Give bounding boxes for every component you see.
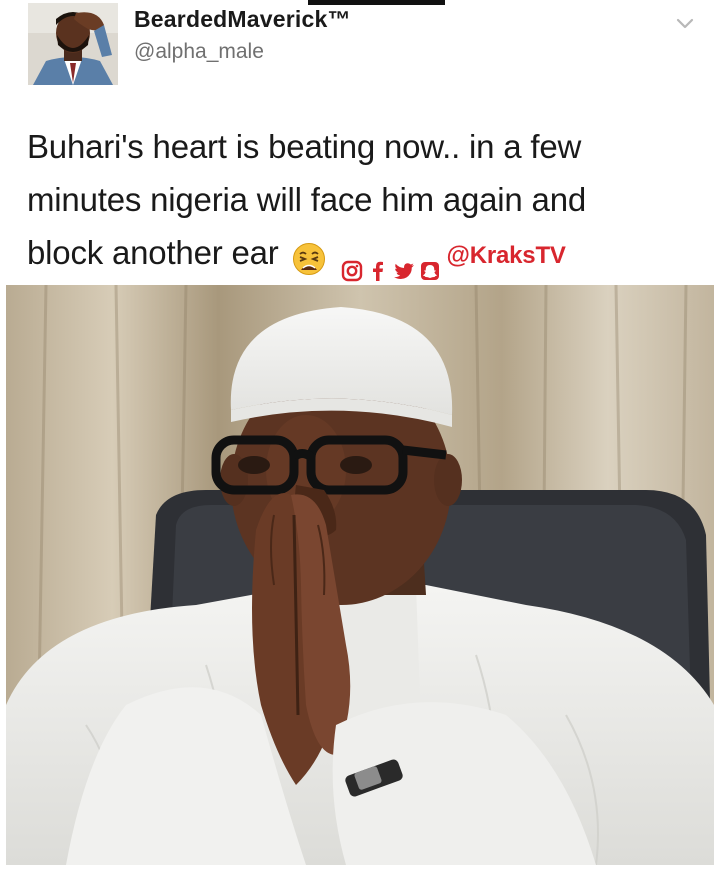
social-icons: @KraksTV (341, 229, 566, 282)
facebook-icon (367, 244, 389, 282)
tweet-text-line: block another ear (27, 234, 279, 271)
watermark-handle: @KraksTV (446, 241, 566, 269)
display-name[interactable]: BeardedMaverick™ (134, 6, 351, 33)
tweet-text-line: minutes nigeria will face him again and (27, 181, 587, 218)
user-handle[interactable]: @alpha_male (134, 40, 264, 64)
weary-face-emoji (292, 238, 326, 276)
snapchat-icon (419, 244, 441, 281)
tweet-text-line: Buhari's heart is beating now.. in a few (27, 128, 582, 165)
tweet-photo[interactable] (6, 285, 714, 865)
tweet-header: BeardedMaverick™ @alpha_male (0, 0, 720, 100)
chevron-down-icon[interactable] (672, 10, 698, 36)
tweet-body: Buhari's heart is beating now.. in a few… (27, 120, 707, 282)
tweet-text-line-last: block another ear @KraksTV (27, 226, 707, 282)
twitter-icon (393, 244, 415, 280)
instagram-icon (341, 244, 363, 282)
avatar[interactable] (28, 3, 118, 85)
